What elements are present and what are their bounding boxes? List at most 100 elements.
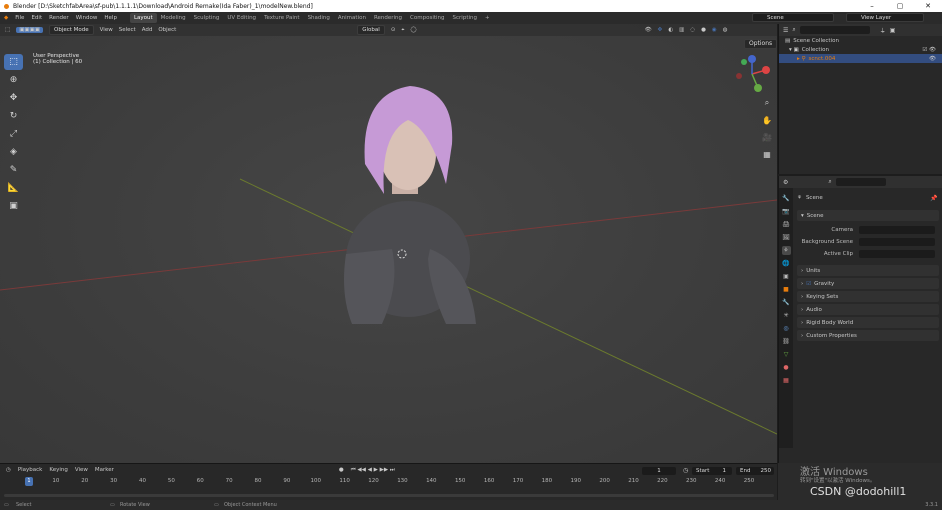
background-scene-field[interactable] (859, 238, 935, 246)
timeline-type-icon[interactable]: ◷ (6, 467, 11, 473)
world-tab-icon[interactable]: 🌐 (782, 259, 791, 268)
gizmo-toggle-icon[interactable]: ✥ (658, 27, 663, 33)
measure-tool[interactable]: 📐 (4, 180, 23, 196)
xray-toggle-icon[interactable]: ▥ (679, 27, 684, 33)
menu-help[interactable]: Help (104, 15, 117, 21)
shading-rendered-icon[interactable]: ◍ (723, 27, 728, 33)
tab-modeling[interactable]: Modeling (157, 13, 190, 23)
properties-search-input[interactable] (835, 178, 886, 186)
start-frame-field[interactable]: Start 1 (692, 467, 732, 475)
tab-animation[interactable]: Animation (334, 13, 370, 23)
panel-keying-sets[interactable]: › Keying Sets (797, 291, 939, 302)
timeline-scrollbar[interactable] (4, 494, 774, 497)
maximize-button[interactable]: ▢ (886, 0, 914, 12)
shading-wireframe-icon[interactable]: ◌ (690, 27, 695, 33)
playback-controls-icon[interactable]: ⏮ ◀◀ ◀ ▶ ▶▶ ⏭ (351, 467, 395, 474)
overlay-toggle-icon[interactable]: ◐ (668, 27, 673, 33)
minimize-button[interactable]: – (858, 0, 886, 12)
outliner-row-scene-collection[interactable]: ▤ Scene Collection (779, 36, 942, 45)
physics-tab-icon[interactable]: ◎ (782, 324, 791, 333)
outliner-type-icon[interactable]: ☰ (783, 27, 788, 34)
outliner-search-icon[interactable]: ⌕ (792, 26, 795, 34)
tab-sculpting[interactable]: Sculpting (190, 13, 224, 23)
outliner-search-input[interactable] (799, 26, 870, 34)
panel-rigid-body-world[interactable]: › Rigid Body World (797, 317, 939, 328)
menu-edit[interactable]: Edit (31, 15, 42, 21)
active-clip-field[interactable] (859, 250, 935, 258)
tab-uv-editing[interactable]: UV Editing (223, 13, 260, 23)
shading-material-icon[interactable]: ◉ (712, 27, 717, 33)
menu-object[interactable]: Object (158, 27, 176, 33)
cursor-tool[interactable]: ⊕ (4, 72, 23, 88)
render-tab-icon[interactable]: 📷 (782, 207, 791, 216)
snap-icon[interactable]: ⌖ (401, 27, 404, 34)
3d-viewport[interactable]: ⬚ ▣▣▣▣ Object Mode View Select Add Objec… (0, 24, 777, 463)
outliner-row-object[interactable]: ▸ ⚲ scnct.004 👁 (779, 54, 942, 63)
pan-hand-icon[interactable]: ✋ (760, 113, 774, 127)
menu-playback[interactable]: Playback (18, 467, 43, 473)
scale-tool[interactable]: ⤢ (4, 126, 23, 142)
gravity-checkbox[interactable]: ☑ (806, 281, 811, 287)
close-button[interactable]: ✕ (914, 0, 942, 12)
shading-solid-icon[interactable]: ● (701, 27, 706, 33)
pivot-icon[interactable]: ⊙ (391, 27, 396, 33)
menu-file[interactable]: File (15, 15, 24, 21)
data-tab-icon[interactable]: ▽ (782, 350, 791, 359)
menu-render[interactable]: Render (49, 15, 69, 21)
tool-tab-icon[interactable]: 🔧 (782, 194, 791, 203)
tab-scripting[interactable]: Scripting (449, 13, 481, 23)
modifier-tab-icon[interactable]: 🔧 (782, 298, 791, 307)
editor-type-icon[interactable]: ⬚ (5, 27, 10, 33)
blender-menu-icon[interactable]: ◆ (4, 15, 8, 21)
object-visibility-eye-icon[interactable]: 👁 (929, 56, 936, 62)
preview-range-icon[interactable]: ◷ (683, 467, 688, 474)
scene-selector[interactable]: Scene (752, 13, 834, 22)
rotate-tool[interactable]: ↻ (4, 108, 23, 124)
menu-window[interactable]: Window (76, 15, 98, 21)
select-box-tool[interactable]: ⬚ (4, 54, 23, 70)
tab-shading[interactable]: Shading (304, 13, 334, 23)
panel-audio[interactable]: › Audio (797, 304, 939, 315)
object-mode-dropdown[interactable]: Object Mode (49, 25, 94, 35)
tab-compositing[interactable]: Compositing (406, 13, 448, 23)
add-cube-tool[interactable]: ▣ (4, 198, 23, 214)
visibility-eye-icon[interactable]: ☑ 👁 (922, 47, 936, 53)
perspective-grid-icon[interactable]: ▦ (760, 147, 774, 161)
panel-units[interactable]: › Units (797, 265, 939, 276)
menu-add[interactable]: Add (142, 27, 153, 33)
menu-select[interactable]: Select (119, 27, 136, 33)
outliner-row-collection[interactable]: ▾ ▣ Collection ☑ 👁 (779, 45, 942, 54)
material-tab-icon[interactable]: ● (782, 363, 791, 372)
filter-icon[interactable]: ⏚ (880, 26, 886, 35)
add-workspace-button[interactable]: + (481, 13, 494, 23)
panel-custom-properties[interactable]: › Custom Properties (797, 330, 939, 341)
menu-view[interactable]: View (75, 467, 88, 473)
constraints-tab-icon[interactable]: ⛓ (782, 337, 791, 346)
texture-tab-icon[interactable]: ▦ (782, 376, 791, 385)
record-icon[interactable]: ● (339, 467, 344, 473)
options-dropdown[interactable]: Options (744, 39, 777, 49)
panel-gravity[interactable]: › ☑ Gravity (797, 278, 939, 289)
view-layer-selector[interactable]: View Layer (846, 13, 924, 22)
menu-view[interactable]: View (100, 27, 113, 33)
properties-type-icon[interactable]: ⚙ (783, 179, 788, 186)
end-frame-field[interactable]: End 250 (736, 467, 774, 475)
particles-tab-icon[interactable]: ✳ (782, 311, 791, 320)
current-frame-field[interactable]: 1 (642, 467, 676, 475)
navigation-gizmo[interactable] (732, 54, 772, 94)
tab-rendering[interactable]: Rendering (370, 13, 406, 23)
mode-selector-icon[interactable]: ▣▣▣▣ (16, 27, 43, 33)
camera-field[interactable] (859, 226, 935, 234)
zoom-icon[interactable]: ⌕ (760, 96, 774, 110)
playhead[interactable]: 1 (25, 477, 33, 486)
menu-keying[interactable]: Keying (49, 467, 67, 473)
frame-ruler[interactable]: 0102030405060708090100110120130140150160… (0, 478, 777, 488)
tab-layout[interactable]: Layout (129, 13, 157, 23)
tab-texture-paint[interactable]: Texture Paint (260, 13, 304, 23)
collection-tab-icon[interactable]: ▣ (782, 272, 791, 281)
menu-marker[interactable]: Marker (95, 467, 114, 473)
move-tool[interactable]: ✥ (4, 90, 23, 106)
new-collection-icon[interactable]: ▣ (890, 27, 896, 34)
scene-section-header[interactable]: ▾ Scene (797, 210, 939, 221)
properties-search-icon[interactable]: ⌕ (828, 178, 831, 186)
